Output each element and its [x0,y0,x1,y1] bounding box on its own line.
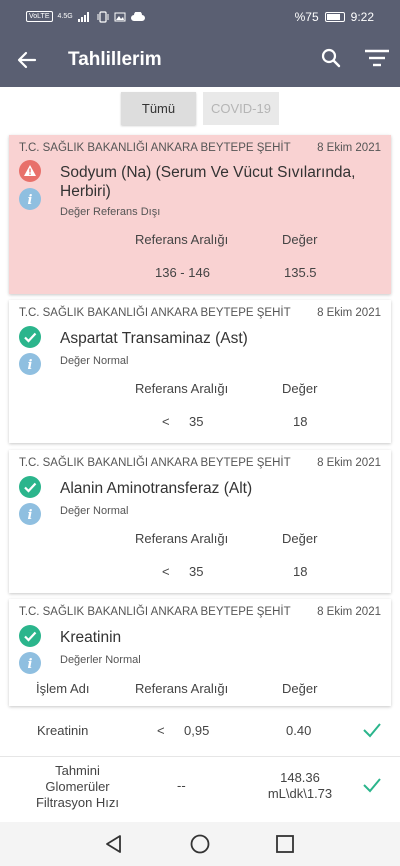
test-card-sodyum[interactable]: T.C. SAĞLIK BAKANLIĞI ANKARA BEYTEPE ŞEH… [9,135,391,294]
range-header: Referans Aralığı [135,232,229,247]
test-status: Değer Normal [60,505,129,517]
system-nav-bar [0,822,400,866]
clock: 9:22 [350,9,374,24]
info-icon[interactable]: i [19,652,41,674]
sub-test-name-line: Tahmini [55,763,100,778]
test-date: 8 Ekim 2021 [317,142,381,154]
test-name: Alanin Aminotransferaz (Alt) [60,480,253,497]
sub-test-name-line: Filtrasyon Hızı [35,795,120,810]
sub-test-name: Tahmini Glomerüler Filtrasyon Hızı [0,763,155,811]
check-circle-icon [19,326,41,348]
cloud-icon [130,11,145,21]
range-operator: < [162,564,170,579]
test-card-kreatinin[interactable]: T.C. SAĞLIK BAKANLIĞI ANKARA BEYTEPE ŞEH… [9,599,391,706]
info-icon[interactable]: i [19,353,41,375]
hospital-name: T.C. SAĞLIK BAKANLIĞI ANKARA BEYTEPE ŞEH… [19,307,291,319]
value-header: Değer [282,681,318,696]
range-header: Referans Aralığı [135,381,229,396]
check-circle-icon [19,476,41,498]
battery-icon [324,11,345,22]
test-value: 135.5 [284,265,317,280]
test-value: 148.36 mL\dk\1.73 [255,770,345,802]
test-status: Değer Referans Dışı [60,206,161,218]
test-status: Değer Normal [60,355,129,367]
hospital-name: T.C. SAĞLIK BAKANLIĞI ANKARA BEYTEPE ŞEH… [19,142,291,154]
svg-text:i: i [28,657,33,672]
check-icon [363,723,381,738]
network-type: 4.5G [57,13,73,20]
warning-icon [19,160,41,182]
reference-range: 0,95 [184,723,210,738]
test-value: 0.40 [286,723,312,738]
vibrate-icon [97,10,109,23]
search-button[interactable] [320,47,346,73]
test-name: Sodyum (Na) (Serum Ve Vücut Sıvılarında,… [60,164,356,200]
test-name: Aspartat Transaminaz (Ast) [60,330,248,347]
image-notification-icon [114,12,126,21]
app-bar: Tahlillerim [0,33,400,87]
hospital-name: T.C. SAĞLIK BAKANLIĞI ANKARA BEYTEPE ŞEH… [19,457,291,469]
filter-icon [365,49,389,67]
test-date: 8 Ekim 2021 [317,457,381,469]
arrow-left-icon [17,51,37,69]
sub-test-name-line: Glomerüler [45,779,110,794]
nav-back-icon[interactable] [103,833,125,855]
range-header: Referans Aralığı [135,531,229,546]
test-status: Değerler Normal [60,654,141,666]
back-button[interactable] [14,47,40,73]
nav-recents-icon[interactable] [274,833,296,855]
range-header: Referans Aralığı [135,681,229,696]
check-circle-icon [19,625,41,647]
filter-tabs: Tümü COVID-19 [0,92,400,127]
tab-all[interactable]: Tümü [121,92,196,125]
test-card-alt[interactable]: T.C. SAĞLIK BAKANLIĞI ANKARA BEYTEPE ŞEH… [9,450,391,593]
sub-test-name: Kreatinin [37,723,89,738]
reference-range: -- [177,778,186,793]
test-card-ast[interactable]: T.C. SAĞLIK BAKANLIĞI ANKARA BEYTEPE ŞEH… [9,300,391,443]
battery-percent: %75 [294,9,319,24]
check-icon [363,778,381,793]
tab-covid-19[interactable]: COVID-19 [203,92,279,125]
test-name: Kreatinin [60,629,122,646]
status-bar: VoLTE 4.5G %75 9:22 [0,0,400,33]
test-date: 8 Ekim 2021 [317,606,381,618]
nav-home-icon[interactable] [189,833,211,855]
signal-icon [77,11,89,22]
test-value-line: 148.36 [280,770,320,785]
test-value: 18 [293,414,308,429]
reference-range: 35 [189,564,204,579]
value-header: Değer [282,531,318,546]
operation-header: İşlem Adı [36,681,90,696]
info-icon[interactable]: i [19,188,41,210]
volte-badge: VoLTE [26,11,53,22]
filter-button[interactable] [364,47,390,73]
info-icon[interactable]: i [19,503,41,525]
test-date: 8 Ekim 2021 [317,307,381,319]
test-value-line: mL\dk\1.73 [267,786,333,801]
search-icon [321,48,341,68]
svg-text:i: i [28,193,33,208]
value-header: Değer [282,381,318,396]
reference-range: 136 - 146 [155,265,210,280]
row-divider [0,756,400,757]
svg-text:i: i [28,508,33,523]
range-operator: < [157,723,165,738]
page-title: Tahlillerim [68,49,162,70]
range-operator: < [162,414,170,429]
value-header: Değer [282,232,318,247]
hospital-name: T.C. SAĞLIK BAKANLIĞI ANKARA BEYTEPE ŞEH… [19,606,291,618]
reference-range: 35 [189,414,204,429]
test-value: 18 [293,564,308,579]
svg-text:i: i [28,358,33,373]
